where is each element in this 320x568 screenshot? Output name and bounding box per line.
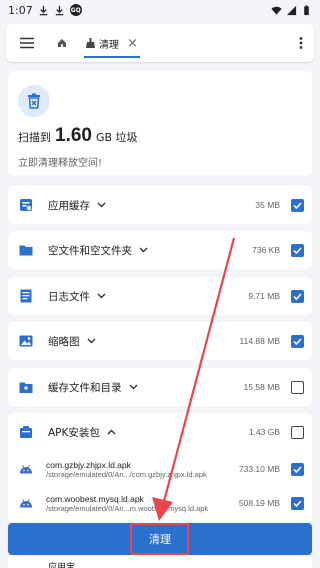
- app-badge-icon: GQ: [69, 4, 82, 16]
- apk-name: com.woobest.mysq.ld.apk: [46, 493, 144, 504]
- chevron-up-icon[interactable]: [107, 427, 117, 437]
- scan-prefix: 扫描到: [18, 131, 51, 144]
- apk-name: com.gzbjy.zhjpx.ld.apk: [46, 459, 131, 470]
- wifi-icon: [271, 6, 282, 15]
- chevron-down-icon[interactable]: [139, 245, 149, 255]
- apk-item[interactable]: com.gzbjy.zhjpx.ld.apk /storage/emulated…: [8, 452, 312, 486]
- apk-list: com.gzbjy.zhjpx.ld.apk /storage/emulated…: [8, 450, 312, 522]
- apk-path: /storage/emulated/0/An...m.woobest.mysq.…: [46, 503, 209, 513]
- category-size: 15.58 MB: [243, 382, 280, 392]
- status-bar: 1:07 GQ: [0, 0, 320, 20]
- apk-size: 733.10 MB: [238, 464, 280, 474]
- close-icon[interactable]: ×: [127, 37, 138, 50]
- trash-bin-icon: [18, 85, 50, 117]
- apk-item-partial[interactable]: 应用宝: [8, 556, 312, 568]
- category-empty-folders[interactable]: 空文件和空文件夹 736 KB: [8, 231, 312, 269]
- apk-path: /storage/emulated/0/An.../com.gzbjy.zhjp…: [46, 469, 207, 479]
- android-icon: [18, 461, 34, 477]
- category-log-files[interactable]: 日志文件 9.71 MB: [8, 277, 312, 315]
- menu-button[interactable]: [10, 24, 44, 62]
- category-checkbox[interactable]: [291, 425, 304, 439]
- chevron-down-icon[interactable]: [87, 336, 97, 346]
- more-options-button[interactable]: [288, 24, 314, 62]
- category-size: 114.88 MB: [239, 336, 280, 346]
- home-icon: [58, 39, 66, 47]
- chevron-down-icon[interactable]: [97, 200, 107, 210]
- category-label: 缩略图: [48, 335, 80, 348]
- cache-folder-icon: [18, 379, 34, 395]
- category-checkbox[interactable]: [291, 380, 304, 394]
- apk-checkbox[interactable]: [291, 496, 304, 510]
- app-cache-icon: [18, 197, 34, 213]
- category-checkbox[interactable]: [291, 289, 304, 303]
- scan-summary-card: 扫描到 1.60 GB 垃圾 立即清理释放空间!: [8, 71, 312, 175]
- scan-result: 扫描到 1.60 GB 垃圾: [18, 125, 138, 147]
- category-size: 9.71 MB: [248, 291, 280, 301]
- category-label: APK安装包: [48, 426, 100, 439]
- tab-clean-label: 清理: [99, 39, 119, 51]
- junk-size: 1.60: [55, 125, 92, 146]
- tab-clean[interactable]: 清理 ×: [82, 24, 142, 62]
- image-icon: [18, 333, 34, 349]
- apk-size: 508.19 MB: [238, 498, 280, 508]
- apk-package-icon: [18, 424, 34, 440]
- category-cache-files[interactable]: 缓存文件和目录 15.58 MB: [8, 368, 312, 406]
- signal-icon: [286, 5, 297, 15]
- broom-icon: [86, 38, 95, 48]
- android-icon: [18, 495, 34, 511]
- hamburger-icon: [20, 37, 34, 49]
- category-checkbox[interactable]: [291, 334, 304, 348]
- top-toolbar: 清理 ×: [6, 24, 314, 62]
- log-file-icon: [18, 288, 34, 304]
- apk-name: 应用宝: [48, 563, 76, 568]
- battery-icon: [304, 4, 309, 15]
- more-vertical-icon: [299, 37, 303, 49]
- chevron-down-icon[interactable]: [129, 382, 139, 392]
- category-size: 35 MB: [255, 200, 280, 210]
- category-size: 1.43 GB: [248, 427, 280, 437]
- clean-button[interactable]: 清理: [8, 523, 312, 555]
- category-app-cache[interactable]: 应用缓存 35 MB: [8, 186, 312, 224]
- category-label: 应用缓存: [48, 199, 90, 212]
- category-label: 缓存文件和目录: [48, 381, 122, 394]
- folder-icon: [18, 242, 34, 258]
- junk-unit: GB 垃圾: [95, 131, 138, 144]
- home-tab[interactable]: [50, 24, 74, 62]
- tab-indicator: [84, 56, 140, 58]
- category-size: 736 KB: [252, 245, 280, 255]
- chevron-down-icon[interactable]: [97, 291, 107, 301]
- category-label: 日志文件: [48, 290, 90, 303]
- category-apk[interactable]: APK安装包 1.43 GB: [8, 413, 312, 451]
- category-checkbox[interactable]: [291, 198, 304, 212]
- category-label: 空文件和空文件夹: [48, 244, 132, 257]
- category-thumbnails[interactable]: 缩略图 114.88 MB: [8, 322, 312, 360]
- apk-item[interactable]: com.woobest.mysq.ld.apk /storage/emulate…: [8, 486, 312, 520]
- category-checkbox[interactable]: [291, 243, 304, 257]
- scan-subtitle: 立即清理释放空间!: [18, 158, 103, 169]
- download-icon: [55, 5, 63, 15]
- status-time: 1:07: [8, 3, 33, 17]
- download-icon: [39, 5, 47, 15]
- clean-button-label: 清理: [149, 533, 171, 546]
- apk-checkbox[interactable]: [291, 462, 304, 476]
